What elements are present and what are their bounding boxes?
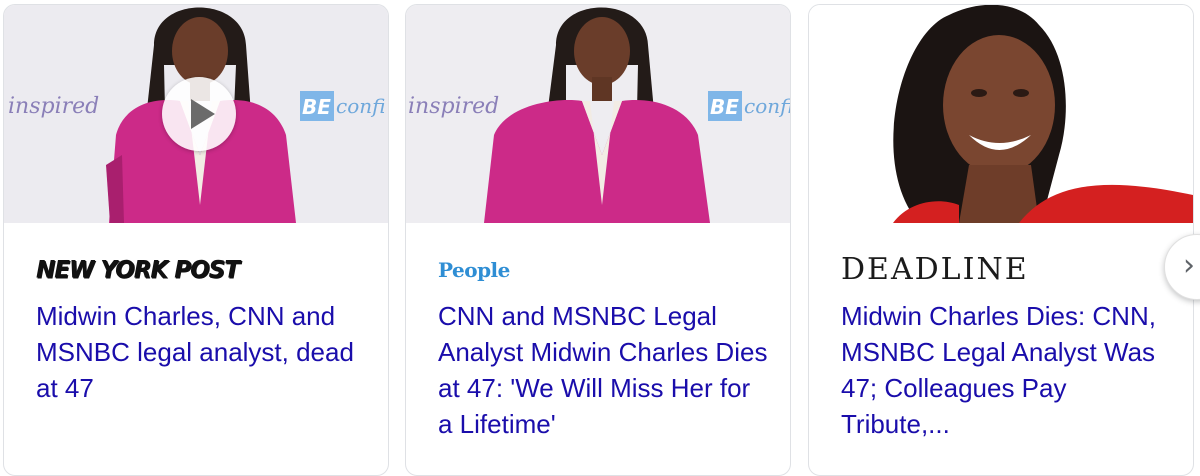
- card-thumbnail: [809, 5, 1193, 223]
- chevron-right-icon: ›: [1183, 248, 1195, 283]
- card-thumbnail: inspired BE confi: [4, 5, 388, 223]
- backdrop-text-be: BE: [710, 95, 739, 119]
- publisher-logo: DEADLINE: [841, 252, 1029, 287]
- backdrop-text-inspired: inspired: [408, 94, 499, 119]
- news-card-nypost[interactable]: inspired BE confi NEW YORK POST Midwin C…: [3, 4, 389, 476]
- backdrop-text-be: BE: [302, 95, 331, 119]
- news-card-deadline[interactable]: DEADLINE Midwin Charles Dies: CNN, MSNBC…: [808, 4, 1194, 476]
- backdrop-text-inspired: inspired: [8, 94, 99, 119]
- card-thumbnail: inspired BE confi: [406, 5, 790, 223]
- headline-link[interactable]: Midwin Charles, CNN and MSNBC legal anal…: [36, 298, 366, 406]
- publisher-logo: NEW YORK POST: [36, 256, 240, 284]
- backdrop-text-confi: confi: [744, 94, 790, 118]
- play-video-button[interactable]: [162, 77, 236, 151]
- headline-link[interactable]: CNN and MSNBC Legal Analyst Midwin Charl…: [438, 298, 768, 442]
- publisher-logo: People: [438, 258, 510, 282]
- backdrop-text-confi: confi: [336, 94, 385, 118]
- headline-link[interactable]: Midwin Charles Dies: CNN, MSNBC Legal An…: [841, 298, 1171, 442]
- news-card-people[interactable]: inspired BE confi People CNN and MSNBC L…: [405, 4, 791, 476]
